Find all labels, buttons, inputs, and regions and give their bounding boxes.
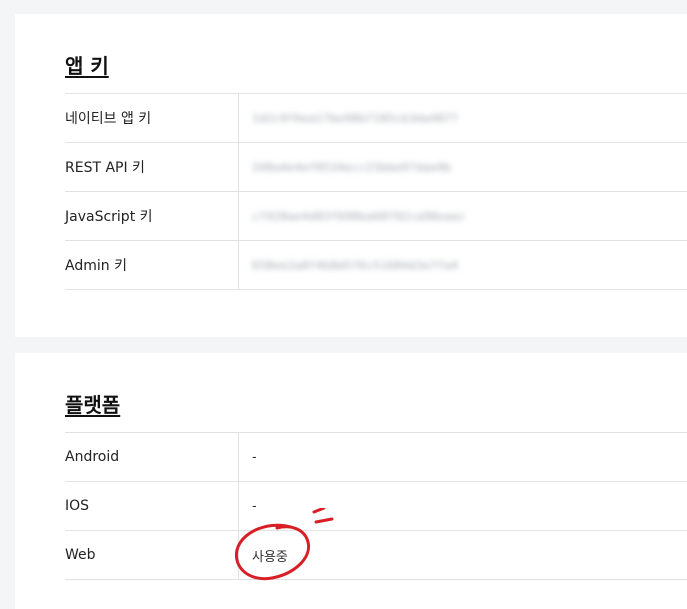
table-row: IOS - bbox=[65, 481, 687, 530]
app-keys-title: 앱 키 bbox=[65, 54, 109, 78]
native-app-key-value[interactable]: 1d2c9f6ea17be98b7185cb3da4877 bbox=[252, 94, 459, 142]
ios-label: IOS bbox=[65, 482, 239, 530]
table-row: Web 사용중 bbox=[65, 530, 687, 580]
admin-key-label: Admin 키 bbox=[65, 241, 239, 289]
javascript-key-value[interactable]: c7428ae4d83f698ba68f92ca98eaac bbox=[252, 192, 466, 240]
javascript-key-label: JavaScript 키 bbox=[65, 192, 239, 240]
platforms-panel: 플랫폼 Android - IOS - Web 사용중 bbox=[15, 353, 687, 609]
app-keys-table: 네이티브 앱 키 1d2c9f6ea17be98b7185cb3da4877 R… bbox=[65, 93, 687, 290]
platforms-table: Android - IOS - Web 사용중 bbox=[65, 432, 687, 580]
web-value: 사용중 bbox=[252, 549, 288, 565]
native-app-key-label: 네이티브 앱 키 bbox=[65, 94, 239, 142]
table-row: REST API 키 348a4e4ef8534ecc23bbe97dae9b bbox=[65, 142, 687, 191]
android-label: Android bbox=[65, 433, 239, 481]
app-keys-panel: 앱 키 네이티브 앱 키 1d2c9f6ea17be98b7185cb3da48… bbox=[15, 14, 687, 337]
table-row: 네이티브 앱 키 1d2c9f6ea17be98b7185cb3da4877 bbox=[65, 93, 687, 142]
table-row: Android - bbox=[65, 432, 687, 481]
web-label: Web bbox=[65, 531, 239, 579]
platforms-title: 플랫폼 bbox=[65, 393, 121, 417]
table-row: Admin 키 658ee2a8f4b8d5f6c51684d3e7fa4 bbox=[65, 240, 687, 290]
rest-api-key-label: REST API 키 bbox=[65, 143, 239, 191]
android-value: - bbox=[252, 449, 257, 465]
ios-value: - bbox=[252, 498, 257, 514]
admin-key-value[interactable]: 658ee2a8f4b8d5f6c51684d3e7fa4 bbox=[252, 241, 459, 289]
rest-api-key-value[interactable]: 348a4e4ef8534ecc23bbe97dae9b bbox=[252, 143, 451, 191]
table-row: JavaScript 키 c7428ae4d83f698ba68f92ca98e… bbox=[65, 191, 687, 240]
